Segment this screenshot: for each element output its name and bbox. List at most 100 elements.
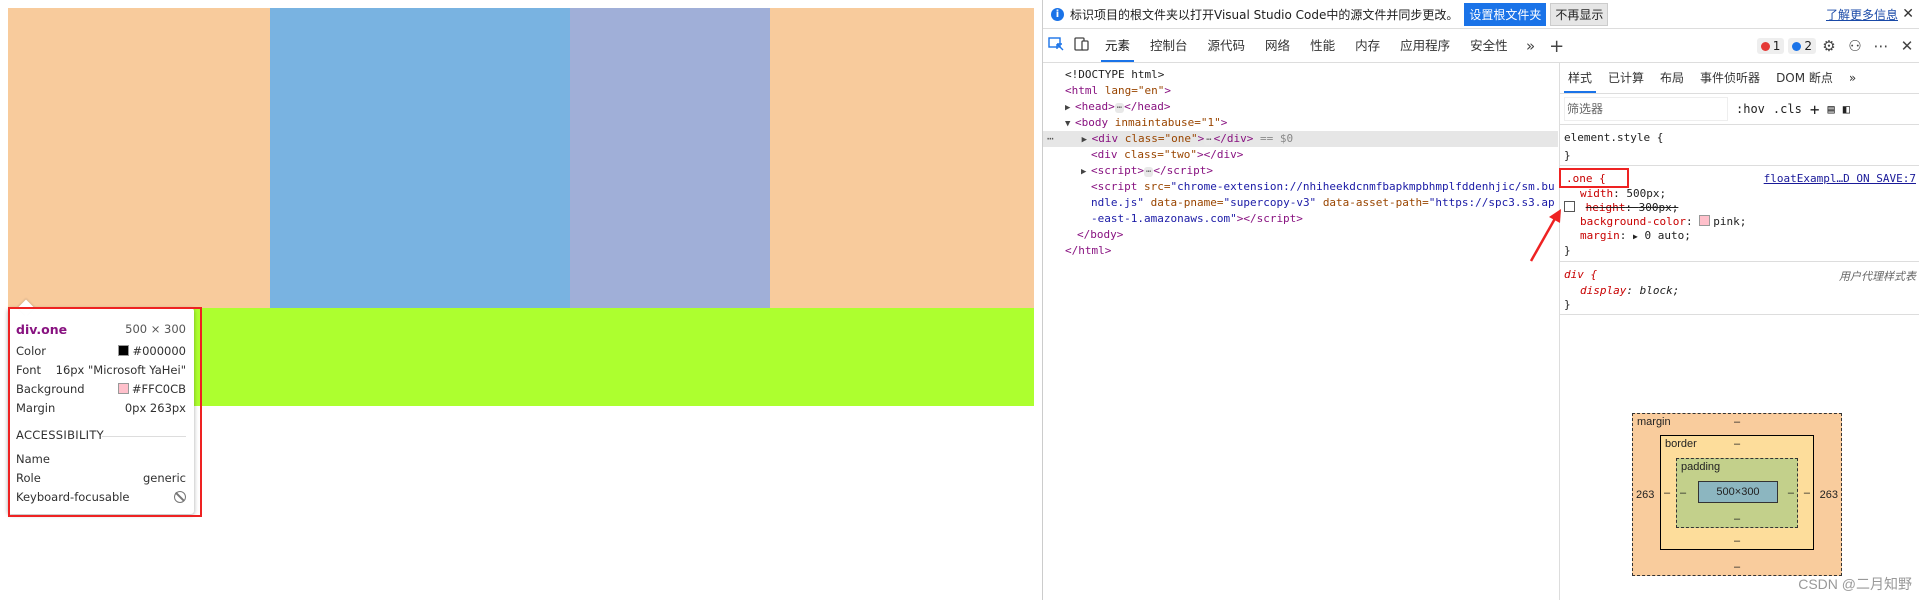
dom-node[interactable]: </body> [1043,227,1558,243]
padding-label: padding [1681,461,1721,473]
cls-button[interactable]: .cls [1773,102,1802,116]
error-icon [1760,41,1770,51]
tab-computed[interactable]: 已计算 [1600,63,1652,93]
box-content[interactable]: 500×300 [1698,481,1778,503]
dom-node[interactable]: ▼ <body inmaintabuse="1"> [1043,115,1558,131]
gear-icon[interactable]: ⚙ [1816,37,1842,55]
border-bottom: – [1733,535,1741,547]
dom-node[interactable]: </html> [1043,243,1558,259]
ellipsis-icon[interactable]: ⋯ [1114,103,1125,113]
tab-styles[interactable]: 样式 [1560,63,1600,93]
tag-name: html [1071,84,1099,97]
tab-dom-breakpoints[interactable]: DOM 断点 [1768,63,1841,93]
padding-left: – [1680,487,1687,499]
prop-value: 500px; [1626,187,1667,200]
padding-highlight [570,8,770,308]
styles-tabbar: 样式 已计算 布局 事件侦听器 DOM 断点 » [1560,63,1919,94]
prop-value: block; [1639,284,1680,297]
inspect-element-icon[interactable] [1043,37,1069,55]
infobar-message: 标识项目的根文件夹以打开Visual Studio Code中的源文件并同步更改… [1070,7,1459,22]
tooltip-value: #FFC0CB [131,382,186,396]
more-tabs-icon[interactable]: » [1518,37,1544,55]
device-toolbar-icon[interactable] [1069,37,1095,55]
dont-show-again-button[interactable]: 不再显示 [1550,2,1609,26]
expand-icon[interactable]: ▶ [1065,100,1075,116]
collapse-icon[interactable]: ▼ [1065,116,1075,132]
dom-node[interactable]: <!DOCTYPE html> [1043,67,1558,83]
set-root-folder-button[interactable]: 设置根文件夹 [1464,2,1547,26]
close-tag: </body> [1077,228,1124,241]
margin-highlight-right [770,8,1034,308]
prop-name: width [1580,187,1614,200]
margin-bottom: – [1733,561,1741,573]
new-rule-icon[interactable]: + [1810,100,1820,119]
message-badge[interactable]: 2 [1788,38,1816,54]
dom-node[interactable]: ▶ <head> ⋯ </head> [1043,99,1558,115]
accessibility-heading: ACCESSIBILITY [16,428,186,442]
tooltip-label: Font [16,363,42,377]
declaration[interactable]: height: 300px; [1564,201,1916,215]
inspect-tooltip: div.one 500 × 300 Color #000000 Font 16p… [8,299,194,514]
declaration[interactable]: background-color: pink; [1580,215,1916,229]
declaration: display: block; [1580,284,1680,297]
source-link[interactable]: floatExampl…D ON SAVE:7 [1764,172,1916,185]
dom-tree: <!DOCTYPE html> <html lang="en"> ▶ <head>… [1043,63,1558,600]
tab-layout[interactable]: 布局 [1652,63,1692,93]
filter-bar: 筛选器 :hov .cls + ▤ ◧ [1560,94,1919,125]
expand-icon[interactable]: ▶ [1081,164,1091,180]
infobar: i 标识项目的根文件夹以打开Visual Studio Code中的源文件并同步… [1043,0,1919,29]
expand-icon[interactable]: ▶ [1633,232,1638,241]
dom-node-selected[interactable]: ⋯ ▶ <div class="one"> ⋯ </div> == $0 [1043,131,1558,147]
hov-button[interactable]: :hov [1736,102,1765,116]
add-tab-icon[interactable]: + [1544,36,1570,57]
tab-memory[interactable]: 内存 [1345,30,1390,62]
ellipsis-icon[interactable]: ⋯ [1144,167,1154,177]
tab-performance[interactable]: 性能 [1300,30,1345,62]
expand-icon[interactable]: ▶ [1082,132,1092,148]
attrs: lang="en" [1104,84,1165,97]
declaration[interactable]: width: 500px; [1580,187,1916,201]
rule-close: } [1564,149,1571,162]
tab-event-listeners[interactable]: 事件侦听器 [1692,63,1768,93]
dom-node[interactable]: <script src="chrome-extension://nhiheekd… [1043,179,1558,195]
dom-node[interactable]: ▶ <script> ⋯ </script> [1043,163,1558,179]
tab-network[interactable]: 网络 [1255,30,1300,62]
box-model: margin – – 263 263 border – – – – paddin… [1632,413,1842,576]
tab-elements[interactable]: 元素 [1095,30,1140,62]
close-icon[interactable]: ✕ [1902,6,1914,22]
prop-name: background-color [1580,215,1686,228]
rule-close: } [1564,244,1571,257]
tab-console[interactable]: 控制台 [1140,30,1198,62]
tab-security[interactable]: 安全性 [1460,30,1518,62]
tab-application[interactable]: 应用程序 [1390,30,1460,62]
selected-ref: == $0 [1260,132,1294,145]
toggle-sidebar-icon[interactable]: ◧ [1843,102,1850,116]
more-tabs-icon[interactable]: » [1841,63,1864,93]
more-options-icon[interactable]: ⋯ [1868,37,1894,55]
margin-left: 263 [1636,488,1655,501]
tooltip-value: generic [143,471,186,485]
customize-icon[interactable]: ⚇ [1842,37,1868,55]
devtools-tabbar: 元素 控制台 源代码 网络 性能 内存 应用程序 安全性 » + 1 2 ⚙ ⚇… [1043,30,1919,63]
declaration[interactable]: margin: ▶ 0 auto; [1580,229,1916,243]
filter-input[interactable]: 筛选器 [1564,97,1728,121]
rule-selector[interactable]: element.style { [1564,131,1916,145]
learn-more-link[interactable]: 了解更多信息 [1826,6,1898,23]
dom-node[interactable]: <div class="two"></div> [1043,147,1558,163]
dots-icon: ⋯ [1047,132,1054,145]
script-src[interactable]: "chrome-extension://nhiheekdcnmfbapkmpbh… [1170,180,1554,193]
dom-node[interactable]: <html lang="en"> [1043,83,1558,99]
prop-name: margin [1580,229,1620,242]
paint-icon[interactable]: ▤ [1827,102,1834,116]
tag-name: head [1137,100,1164,113]
padding-bottom: – [1733,513,1741,525]
tab-sources[interactable]: 源代码 [1198,30,1256,62]
error-badge[interactable]: 1 [1756,38,1785,54]
color-swatch[interactable] [1699,215,1711,226]
ellipsis-icon[interactable]: ⋯ [1204,135,1214,145]
rule-user-agent: div { 用户代理样式表 display: block; } [1560,262,1919,315]
tooltip-value: 0px 263px [124,401,186,415]
close-devtools-icon[interactable]: ✕ [1894,37,1919,55]
tag-name: div [1098,132,1119,145]
tooltip-value: 16px "Microsoft YaHei" [55,363,186,377]
